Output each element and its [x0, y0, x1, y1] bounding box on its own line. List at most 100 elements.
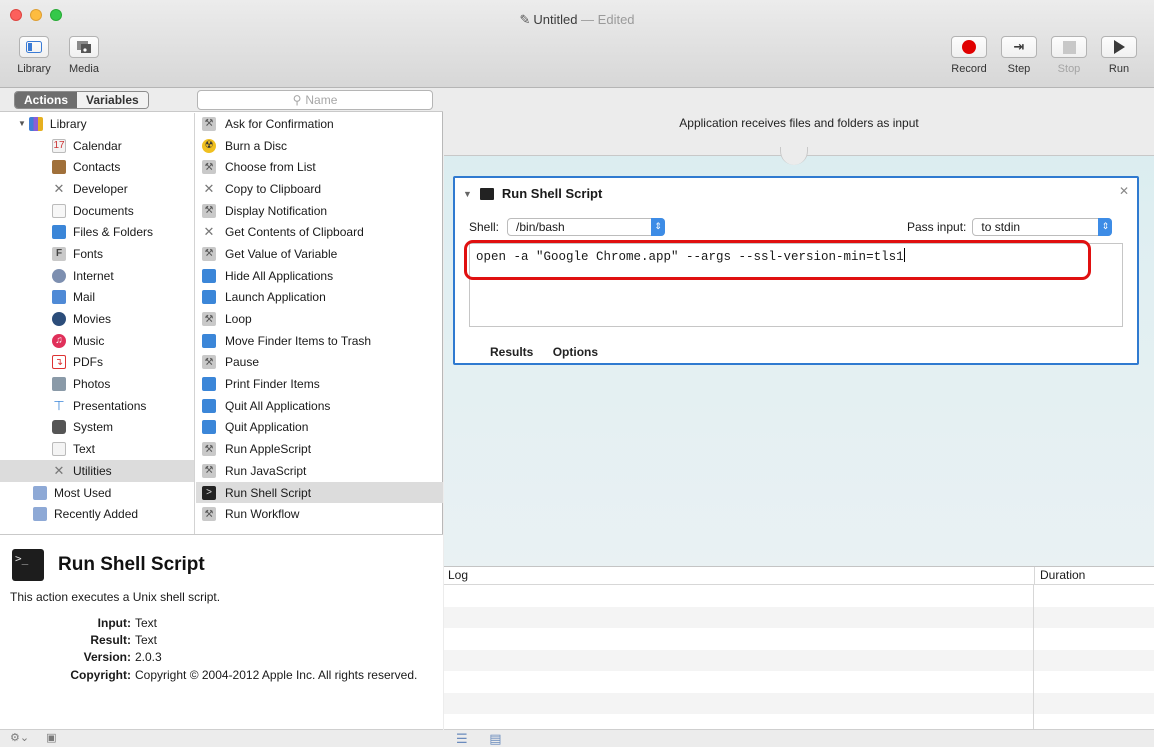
action-item[interactable]: Move Finder Items to Trash [196, 330, 443, 352]
category-contacts[interactable]: Contacts [0, 156, 194, 178]
window-title: ✎ Untitled — Edited [0, 12, 1154, 28]
action-item[interactable]: ⚒ Run JavaScript [196, 460, 443, 482]
run-shell-script-action[interactable]: ▼ Run Shell Script ✕ Shell: /bin/bash ⇕ … [453, 176, 1139, 365]
action-item[interactable]: ⚒ Pause [196, 352, 443, 374]
log-row [444, 692, 1154, 714]
category-pdfs[interactable]: ↴ PDFs [0, 352, 194, 374]
action-item-run-shell-script[interactable]: > Run Shell Script [196, 481, 443, 504]
category-presentations[interactable]: ⊤ Presentations [0, 395, 194, 417]
category-label: Presentations [73, 398, 147, 413]
library-tab-control: Actions Variables [14, 91, 149, 109]
category-system[interactable]: System [0, 417, 194, 439]
category-utilities[interactable]: ✕ Utilities [0, 460, 194, 482]
duration-column-header[interactable]: Duration [1034, 567, 1085, 584]
library-toggle-button[interactable]: Library [14, 36, 54, 75]
media-button[interactable]: Media [64, 36, 104, 75]
log-row [444, 628, 1154, 650]
action-item[interactable]: ⚒ Get Value of Variable [196, 243, 443, 265]
action-label: Print Finder Items [225, 377, 320, 392]
workflow-area: Application receives files and folders a… [444, 88, 1154, 566]
action-item[interactable]: Print Finder Items [196, 373, 443, 395]
action-item[interactable]: Hide All Applications [196, 265, 443, 287]
action-item[interactable]: Quit All Applications [196, 395, 443, 417]
pdf-icon: ↴ [52, 355, 66, 370]
pass-input-select[interactable]: to stdin ⇕ [972, 218, 1113, 236]
description-input: Input: Text [0, 616, 443, 631]
action-label: Ask for Confirmation [225, 116, 334, 131]
tab-actions[interactable]: Actions [15, 92, 78, 108]
terminal-icon [479, 187, 494, 200]
category-movies[interactable]: Movies [0, 308, 194, 330]
disclosure-triangle-icon[interactable]: ▼ [18, 119, 26, 128]
finder-icon [202, 398, 216, 413]
terminal-icon: > [202, 485, 216, 500]
category-mail[interactable]: Mail [0, 287, 194, 309]
action-item[interactable]: ✕ Copy to Clipboard [196, 178, 443, 200]
window-titlebar: ✎ Untitled — Edited Library Media Record … [0, 0, 1154, 88]
grid-view-icon[interactable]: ▤ [489, 731, 501, 746]
action-label: Choose from List [225, 160, 316, 175]
action-item[interactable]: ⚒ Run AppleScript [196, 438, 443, 460]
category-library[interactable]: ▼ Library [0, 113, 194, 135]
description-value: Text [135, 633, 158, 647]
category-text[interactable]: Text [0, 438, 194, 460]
action-item[interactable]: Quit Application [196, 417, 443, 439]
action-title: Run Shell Script [501, 186, 603, 201]
record-label: Record [951, 63, 987, 75]
library-search-input[interactable]: ⚲ Name [197, 90, 433, 110]
shell-select[interactable]: /bin/bash ⇕ [507, 218, 666, 236]
record-button[interactable]: Record [946, 36, 992, 75]
action-label: Quit Application [225, 420, 309, 435]
category-label: Calendar [73, 138, 122, 153]
log-column-header[interactable]: Log [448, 567, 468, 584]
category-documents[interactable]: Documents [0, 200, 194, 222]
action-item[interactable]: ⚒ Run Workflow [196, 503, 443, 525]
action-item[interactable]: ⚒ Loop [196, 308, 443, 330]
options-tab[interactable]: Options [553, 345, 598, 359]
step-button[interactable]: ⇥ Step [996, 36, 1042, 75]
description-title: Run Shell Script [58, 554, 205, 575]
automator-robot-icon: ⚒ [202, 442, 216, 457]
tab-variables[interactable]: Variables [77, 92, 148, 108]
action-item[interactable]: ⚒ Choose from List [196, 156, 443, 178]
action-label: Launch Application [225, 290, 326, 305]
pass-input-label: Pass input: [907, 220, 967, 234]
search-placeholder: Name [305, 93, 338, 107]
category-fonts[interactable]: F Fonts [0, 243, 194, 265]
action-item[interactable]: ⚒ Ask for Confirmation [196, 113, 443, 135]
library-header: Actions Variables ⚲ Name [0, 88, 443, 112]
results-tab[interactable]: Results [490, 345, 533, 359]
category-developer[interactable]: ✕ Developer [0, 178, 194, 200]
gear-icon[interactable]: ⚙⌄ [10, 732, 29, 744]
contacts-icon [52, 160, 66, 175]
list-view-icon[interactable]: ☰ [456, 731, 468, 746]
category-calendar[interactable]: 17 Calendar [0, 135, 194, 157]
description-key: Result: [90, 633, 131, 647]
shell-label: Shell: [469, 220, 500, 234]
category-photos[interactable]: Photos [0, 373, 194, 395]
action-label: Pause [225, 355, 260, 370]
collapse-triangle-icon[interactable]: ▼ [463, 189, 472, 199]
toggle-description-icon[interactable]: ▣ [46, 732, 56, 744]
run-button[interactable]: Run [1096, 36, 1142, 75]
action-item[interactable]: ✕ Get Contents of Clipboard [196, 221, 443, 243]
action-label: Copy to Clipboard [225, 181, 322, 196]
close-icon[interactable]: ✕ [1119, 184, 1129, 198]
burn-disc-icon: ☢ [202, 138, 216, 153]
window-edited-status: Edited [597, 12, 635, 27]
log-row [444, 649, 1154, 671]
category-music[interactable]: ♫ Music [0, 330, 194, 352]
stop-button[interactable]: Stop [1046, 36, 1092, 75]
category-internet[interactable]: Internet [0, 265, 194, 287]
action-item[interactable]: ☢ Burn a Disc [196, 135, 443, 157]
category-files-folders[interactable]: Files & Folders [0, 221, 194, 243]
automator-robot-icon: ⚒ [202, 355, 216, 370]
action-item[interactable]: ⚒ Display Notification [196, 200, 443, 222]
category-most-used[interactable]: Most Used [0, 482, 194, 504]
automator-robot-icon: ⚒ [202, 507, 216, 522]
action-label: Move Finder Items to Trash [225, 333, 372, 348]
library-toggle-label: Library [17, 63, 51, 75]
action-item[interactable]: Launch Application [196, 287, 443, 309]
category-recently-added[interactable]: Recently Added [0, 503, 194, 525]
description-key: Input: [97, 616, 131, 630]
